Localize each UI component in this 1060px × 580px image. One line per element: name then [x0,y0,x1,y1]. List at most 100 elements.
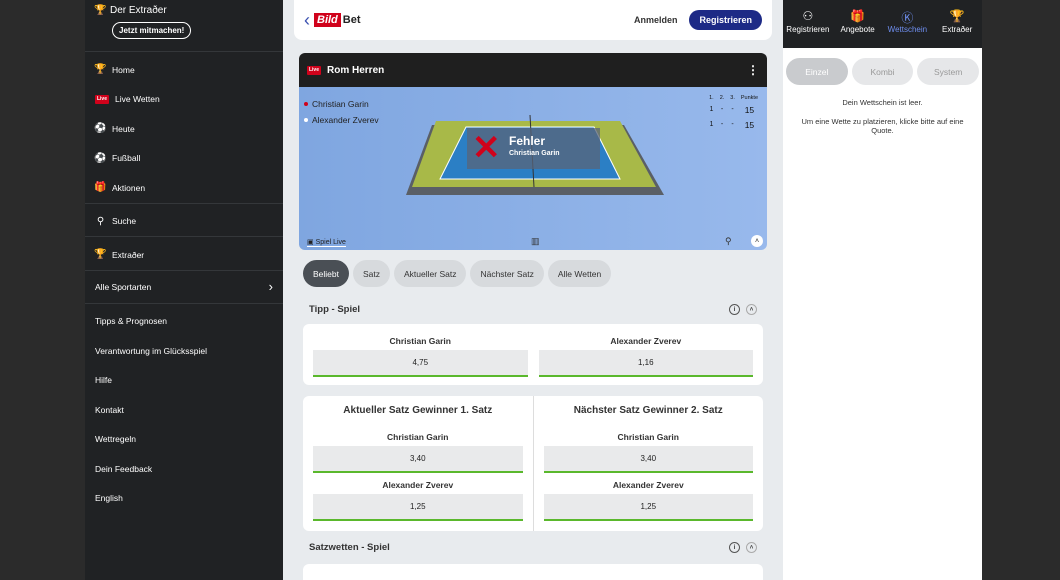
more-icon[interactable]: ⋮ [747,63,759,77]
chevron-right-icon: › [268,279,273,294]
logo[interactable]: Bild [314,13,341,27]
match-header: Live Rom Herren ⋮ [299,53,767,87]
betslip-icon: Ⓚ [901,11,914,25]
bet-type-selector: Einzel Kombi System [783,48,982,85]
tab-extra[interactable]: 🏆 Extraðer [932,0,982,48]
market-title: Nächster Satz Gewinner 2. Satz [573,405,723,416]
main-content: ‹ Bild Bet Anmelden Registrieren Live Ro… [283,0,783,580]
chevron-up-icon[interactable]: ˄ [746,304,757,315]
info-icon[interactable]: i [729,304,740,315]
sidebar-link[interactable]: Kontakt [85,395,283,425]
bet-type-einzel[interactable]: Einzel [786,58,848,85]
sidebar: 🏆 Der Extraðer Jetzt mitmachen! 🏆 Home L… [85,0,283,580]
top-bar: ‹ Bild Bet Anmelden Registrieren [294,0,772,40]
sidebar-header: 🏆 Der Extraðer Jetzt mitmachen! [85,0,283,52]
serve-dot [304,102,308,106]
register-button[interactable]: Registrieren [689,10,762,30]
odd-button[interactable]: 4,75 [313,350,528,377]
trophy-icon: 🏆 [94,64,107,76]
tab-beliebt[interactable]: Beliebt [303,260,349,287]
option-label: Christian Garin [389,336,451,346]
event-player: Christian Garin [509,150,560,157]
player-row: Alexander Zverev [304,112,379,128]
sidebar-item-all-sports[interactable]: Alle Sportarten › [85,271,283,303]
hint-message: Um eine Wette zu platzieren, klicke bitt… [801,117,964,135]
sidebar-link[interactable]: Dein Feedback [85,454,283,484]
login-button[interactable]: Anmelden [634,15,678,25]
logo-suffix: Bet [342,14,361,26]
sidebar-item-suche[interactable]: ⚲ Suche [85,207,283,237]
sidebar-item-live[interactable]: Live Live Wetten [85,85,283,115]
market-title: Aktueller Satz Gewinner 1. Satz [343,405,493,416]
gift-icon: 🎁 [850,9,866,23]
option-label: Alexander Zverev [610,336,682,346]
tab-aktueller-satz[interactable]: Aktueller Satz [394,260,467,287]
search-icon: ⚲ [96,215,105,227]
sidebar-link[interactable]: English [85,484,283,514]
player-list: Christian Garin Alexander Zverev [304,96,379,128]
tab-satz[interactable]: Satz [353,260,391,287]
trophy-icon: 🏆 [94,5,107,16]
match-title: Rom Herren [327,64,385,76]
sidebar-item-extra[interactable]: 🏆 Extraðer [85,240,283,270]
sidebar-link[interactable]: Wettregeln [85,425,283,455]
field-icon: ▣ [307,239,314,246]
odd-button[interactable]: 1,25 [313,494,523,521]
live-icon: Live [307,65,321,75]
chevron-up-icon[interactable]: ˄ [751,235,763,247]
serve-dot [304,118,308,122]
bet-type-system[interactable]: System [917,58,980,85]
option-label: Christian Garin [617,432,679,442]
soccer-ball-icon: ⚽ [94,123,107,135]
tab-naechster-satz[interactable]: Nächster Satz [470,260,544,287]
set-markets-card: Aktueller Satz Gewinner 1. Satz Christia… [303,396,763,531]
sidebar-link[interactable]: Hilfe [85,366,283,396]
right-tabs: ⚇ Registrieren 🎁 Angebote Ⓚ Wettschein 🏆… [783,0,982,48]
sidebar-item-aktionen[interactable]: 🎁 Aktionen [85,173,283,203]
odd-button[interactable]: 1,16 [538,350,753,377]
live-icon: Live [95,94,109,104]
sidebar-link[interactable]: Tipps & Prognosen [85,307,283,337]
empty-message: Dein Wettschein ist leer. [842,98,923,107]
market-tabs: Beliebt Satz Aktueller Satz Nächster Sat… [303,260,612,287]
sidebar-item-home[interactable]: 🏆 Home [85,55,283,85]
gift-icon: 🎁 [94,182,107,194]
match-widget: Live Rom Herren ⋮ Christian Garin Alexan… [299,53,767,250]
tab-angebote[interactable]: 🎁 Angebote [833,0,883,48]
close-icon: ✕ [472,129,501,167]
trophy-icon: 🏆 [94,249,107,261]
tab-registrieren[interactable]: ⚇ Registrieren [783,0,833,48]
sidebar-item-heute[interactable]: ⚽ Heute [85,114,283,144]
back-icon[interactable]: ‹ [304,10,310,31]
match-visualization: Christian Garin Alexander Zverev 1. 2. 3… [299,87,767,250]
mic-icon[interactable]: ⚲ [725,236,732,247]
tab-wettschein[interactable]: Ⓚ Wettschein [883,0,933,48]
player-row: Christian Garin [304,96,379,112]
option-label: Alexander Zverev [382,480,454,490]
option-label: Alexander Zverev [612,480,684,490]
soccer-ball-icon: ⚽ [94,152,107,164]
tab-alle-wetten[interactable]: Alle Wetten [547,260,612,287]
event-title: Fehler [509,134,546,148]
user-icon: ⚇ [802,9,814,23]
betslip-panel: ⚇ Registrieren 🎁 Angebote Ⓚ Wettschein 🏆… [783,0,982,580]
sidebar-item-fussball[interactable]: ⚽ Fußball [85,144,283,174]
trophy-icon: 🏆 [949,9,965,23]
sidebar-link[interactable]: Verantwortung im Glücksspiel [85,336,283,366]
section-header: Satzwetten - Spiel i ˄ [309,542,757,553]
section-header: Tipp - Spiel i ˄ [309,304,757,315]
bet-type-kombi[interactable]: Kombi [851,58,914,85]
left-background [0,0,85,580]
market-card: Christian Garin 4,75 Alexander Zverev 1,… [303,324,763,385]
stats-icon[interactable]: ▥ [531,236,540,247]
spiel-live-tab[interactable]: ▣ Spiel Live [307,238,346,247]
chevron-up-icon[interactable]: ˄ [746,542,757,553]
right-background [982,0,1060,580]
odd-button[interactable]: 1,25 [543,494,753,521]
odd-button[interactable]: 3,40 [313,446,523,473]
info-icon[interactable]: i [729,542,740,553]
odd-button[interactable]: 3,40 [543,446,753,473]
event-overlay: ✕ Fehler Christian Garin [467,128,600,169]
join-button[interactable]: Jetzt mitmachen! [112,22,192,39]
brand-label: Der Extraðer [110,5,167,16]
